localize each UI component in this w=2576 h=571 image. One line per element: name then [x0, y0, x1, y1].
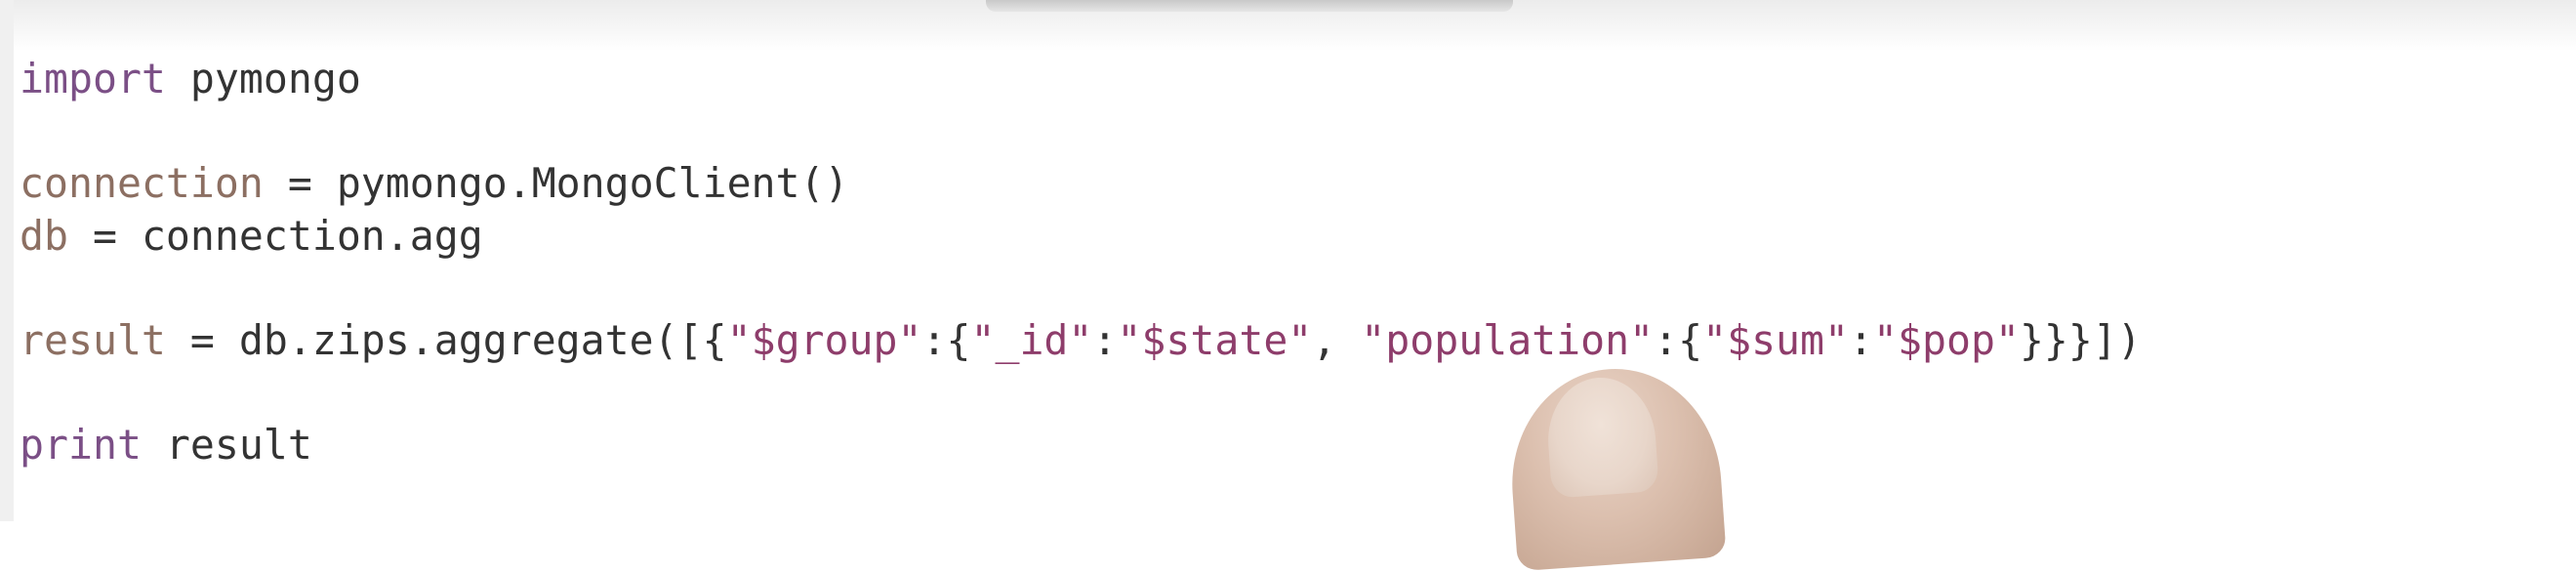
code-editor[interactable]: import pymongo connection = pymongo.Mongo…: [20, 53, 2142, 470]
code-token-string: "$group": [726, 315, 922, 364]
code-token-plain: :: [1092, 315, 1118, 364]
code-token-string: "$sum": [1702, 315, 1850, 364]
code-token-plain: :{: [1654, 315, 1703, 364]
code-token-string: "population": [1361, 315, 1655, 364]
code-line[interactable]: import pymongo: [20, 53, 2142, 105]
top-tab: [986, 0, 1513, 12]
code-line[interactable]: db = connection.agg: [20, 210, 2142, 263]
code-token-string: "$pop": [1873, 315, 2020, 364]
code-token-plain: = db.zips.aggregate([{: [165, 315, 727, 364]
code-token-keyword: import: [20, 55, 166, 102]
code-line[interactable]: print result: [20, 419, 2142, 471]
code-token-plain: :{: [921, 315, 971, 364]
code-token-string: "_id": [970, 315, 1093, 364]
editor-left-margin: [0, 0, 14, 521]
code-line[interactable]: connection = pymongo.MongoClient(): [20, 157, 2142, 210]
code-token-var: connection: [20, 159, 264, 207]
code-token-plain: result: [141, 420, 312, 469]
code-line[interactable]: [20, 366, 2142, 419]
code-token-plain: = connection.agg: [67, 211, 483, 260]
code-token-keyword: print: [20, 420, 142, 469]
code-line[interactable]: [20, 105, 2142, 158]
code-token-plain: = pymongo.MongoClient(): [263, 159, 849, 207]
code-token-plain: ,: [1312, 315, 1362, 364]
fingernail: [1543, 374, 1659, 499]
code-token-plain: pymongo: [165, 55, 361, 102]
code-line[interactable]: [20, 262, 2142, 314]
code-token-plain: }}}]): [2019, 315, 2142, 364]
code-token-string: "$state": [1117, 315, 1313, 364]
code-token-plain: :: [1849, 315, 1874, 364]
code-token-var: result: [20, 315, 166, 364]
code-token-var: db: [20, 211, 68, 260]
code-line[interactable]: result = db.zips.aggregate([{"$group":{"…: [20, 314, 2142, 367]
